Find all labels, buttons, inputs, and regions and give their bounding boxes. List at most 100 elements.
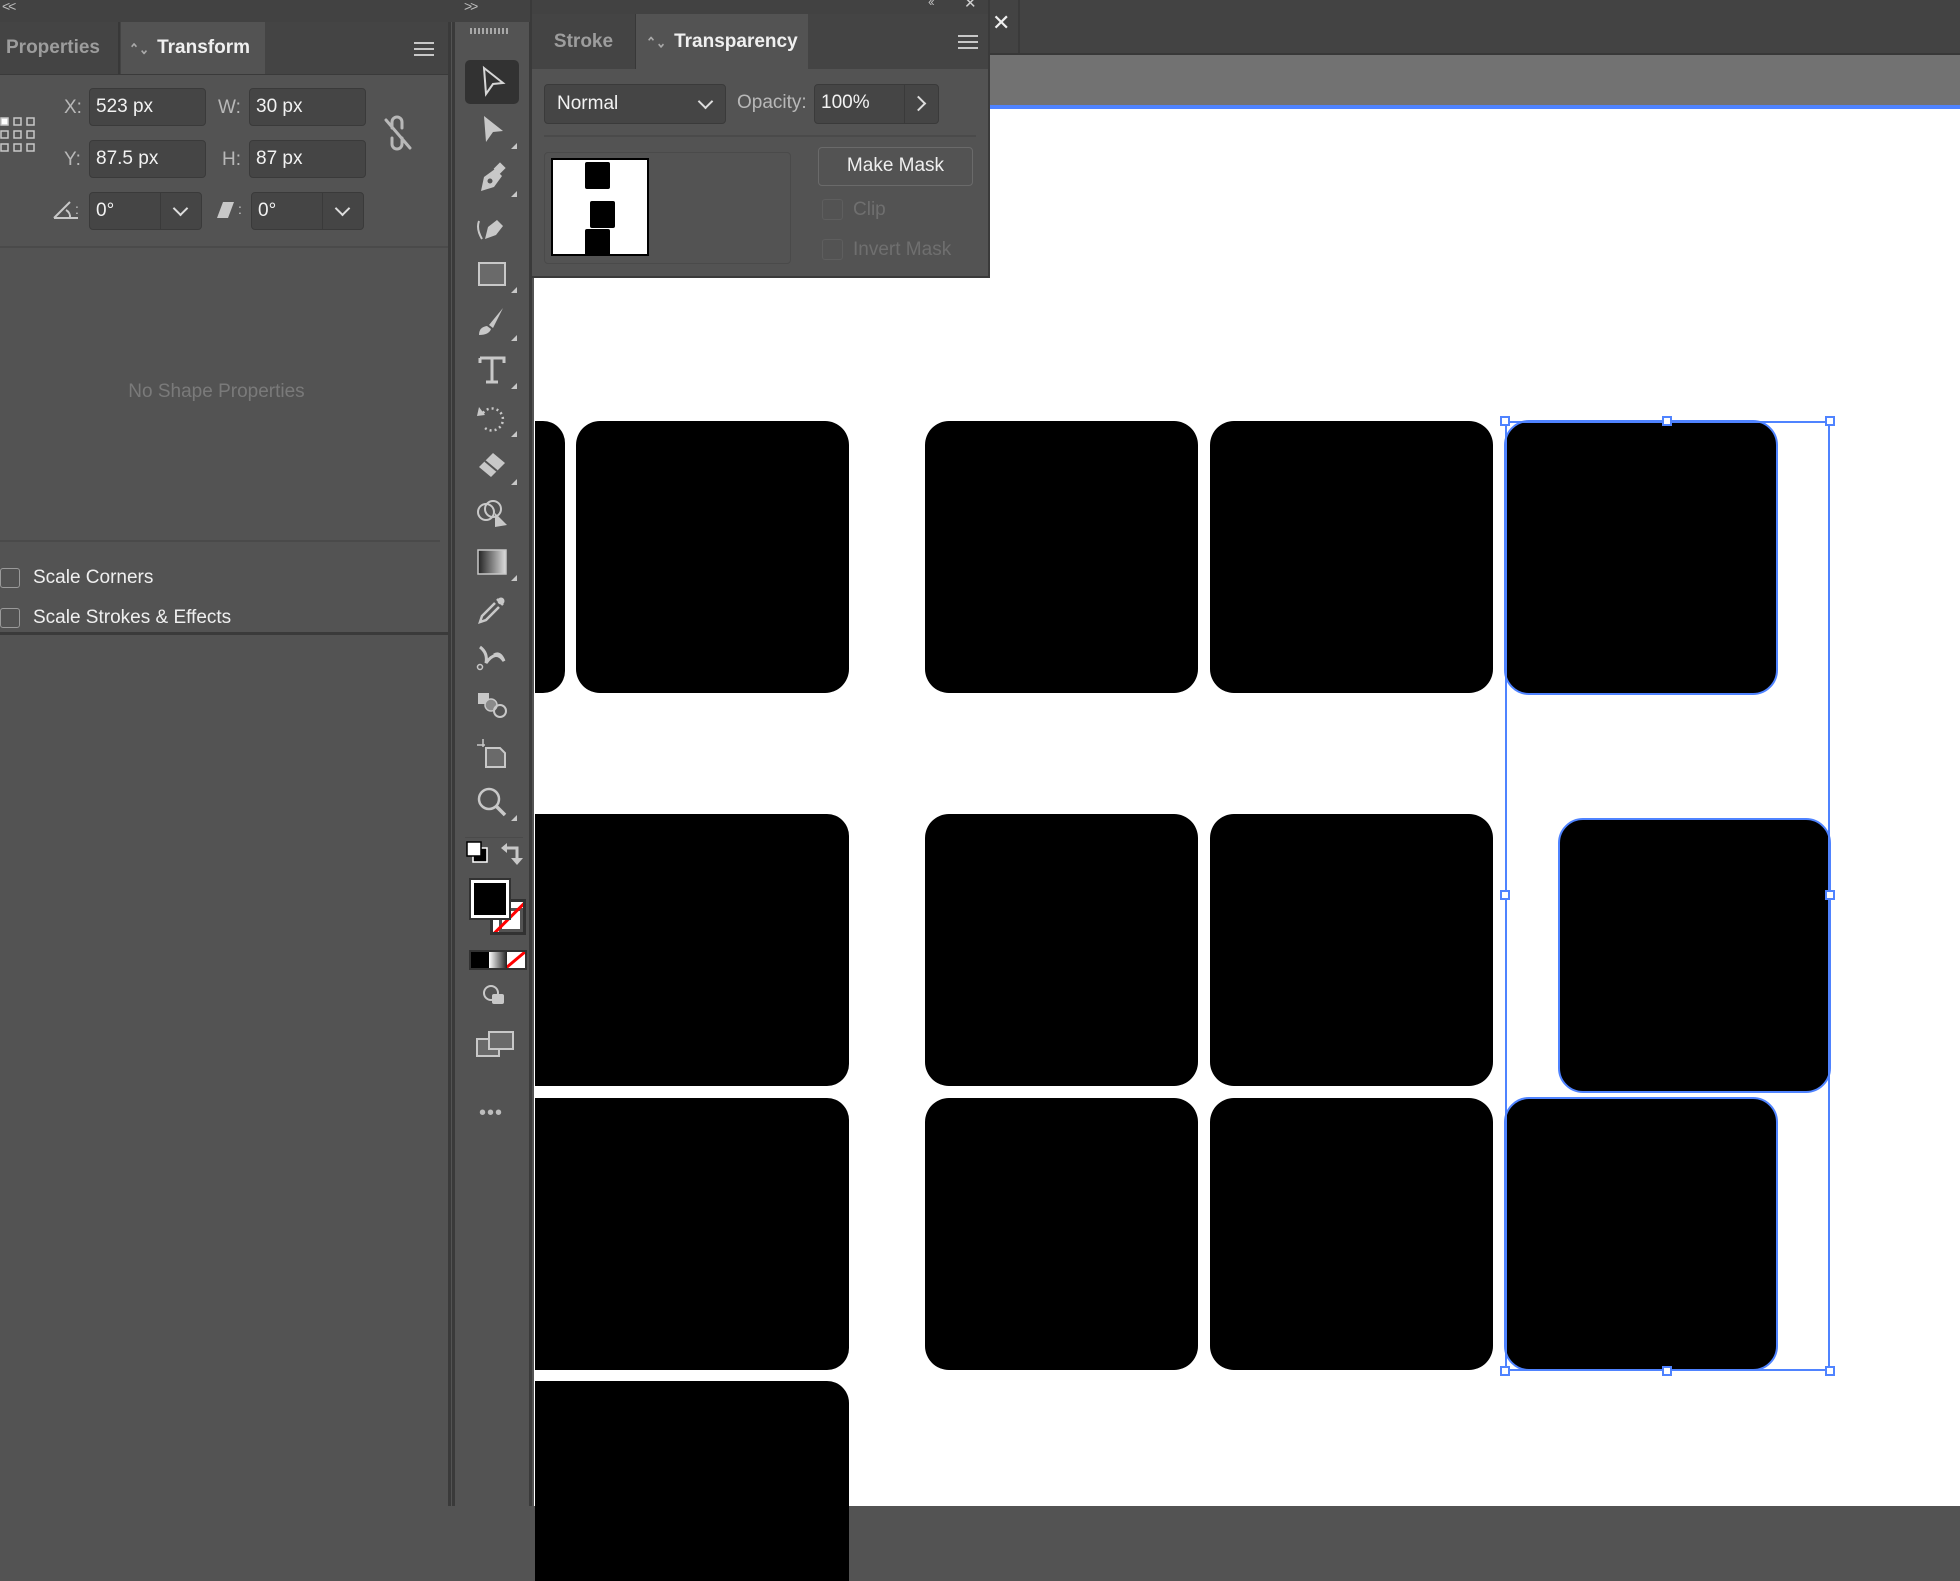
w-label: W: bbox=[218, 97, 241, 118]
collapse-panels-button[interactable]: << bbox=[2, 0, 16, 14]
color-button[interactable] bbox=[471, 952, 489, 968]
toolbar-divider bbox=[465, 837, 523, 838]
opacity-field[interactable]: 100% bbox=[814, 84, 939, 124]
direct-selection-tool[interactable] bbox=[465, 108, 519, 152]
mask-thumbnail-area bbox=[544, 152, 791, 264]
paintbrush-tool[interactable] bbox=[465, 300, 519, 344]
gradient-button[interactable] bbox=[489, 952, 507, 968]
selection-tool[interactable] bbox=[465, 60, 519, 104]
puppet-warp-icon bbox=[476, 645, 506, 671]
artboard-icon bbox=[477, 739, 506, 768]
zoom-tool[interactable] bbox=[465, 780, 519, 824]
pen-tool[interactable] bbox=[465, 156, 519, 200]
rotate-angle-icon: : bbox=[53, 201, 79, 219]
zoom-icon bbox=[477, 787, 507, 817]
panel-menu-icon[interactable] bbox=[958, 35, 978, 49]
gradient-tool[interactable] bbox=[465, 540, 519, 584]
reference-point-icon[interactable] bbox=[0, 114, 38, 158]
paintbrush-icon bbox=[479, 308, 503, 335]
opacity-slider-button[interactable] bbox=[904, 85, 938, 123]
panel-tabbar: Properties ⌃⌄ Transform bbox=[0, 22, 448, 75]
shear-dropdown-button[interactable] bbox=[322, 193, 363, 229]
curvature-tool[interactable] bbox=[465, 204, 519, 248]
x-label: X: bbox=[64, 97, 82, 118]
more-tools-button[interactable]: ••• bbox=[479, 1102, 503, 1125]
rotate-field[interactable]: 0° bbox=[89, 192, 202, 230]
canvas[interactable] bbox=[534, 109, 1960, 1506]
artwork-thumbnail[interactable] bbox=[551, 158, 649, 256]
blend-tool[interactable] bbox=[465, 684, 519, 728]
invert-mask-checkbox[interactable] bbox=[822, 239, 843, 260]
transparency-panel: ‹‹ ✕ Stroke ⌃⌄ Transparency Normal Opacit… bbox=[530, 0, 990, 278]
eraser-tool[interactable] bbox=[465, 444, 519, 488]
scale-strokes-label: Scale Strokes & Effects bbox=[33, 607, 232, 628]
clip-checkbox[interactable] bbox=[822, 199, 843, 220]
expand-toolbar-button[interactable]: >> bbox=[464, 0, 478, 14]
selection-arrow-icon bbox=[482, 65, 506, 97]
rotate-icon bbox=[477, 407, 505, 432]
rotate-tool[interactable] bbox=[465, 396, 519, 440]
make-mask-button[interactable]: Make Mask bbox=[818, 147, 973, 186]
type-icon bbox=[478, 356, 506, 384]
opacity-label: Opacity: bbox=[737, 92, 807, 113]
fill-stroke-swatches[interactable] bbox=[469, 878, 527, 938]
scale-strokes-checkbox[interactable] bbox=[0, 608, 20, 628]
chevron-down-icon bbox=[172, 200, 189, 217]
constrain-proportions-icon[interactable] bbox=[382, 114, 416, 154]
rectangle-tool[interactable] bbox=[465, 252, 519, 296]
collapse-panel-icon[interactable]: ‹‹ bbox=[928, 0, 935, 9]
puppet-warp-tool[interactable] bbox=[465, 636, 519, 680]
svg-text::: : bbox=[75, 201, 79, 217]
rectangle-icon bbox=[478, 262, 506, 286]
chevron-down-icon bbox=[697, 93, 714, 110]
screen-mode-icon[interactable] bbox=[475, 1030, 515, 1060]
shear-icon: : bbox=[217, 201, 242, 218]
w-field[interactable]: 30 px bbox=[249, 88, 366, 126]
h-field[interactable]: 87 px bbox=[249, 140, 366, 178]
tab-separator bbox=[1018, 0, 1020, 53]
y-field[interactable]: 87.5 px bbox=[89, 140, 206, 178]
tab-label: Transparency bbox=[674, 31, 798, 52]
close-document-icon[interactable]: ✕ bbox=[992, 10, 1010, 36]
tab-properties[interactable]: Properties bbox=[0, 22, 120, 74]
shear-value: 0° bbox=[258, 200, 277, 221]
default-fill-stroke-icon[interactable] bbox=[465, 840, 491, 866]
toolbar-grip[interactable] bbox=[470, 28, 510, 34]
empty-shape-message: No Shape Properties bbox=[128, 381, 305, 402]
type-tool[interactable] bbox=[465, 348, 519, 392]
blend-icon bbox=[478, 693, 507, 718]
updown-icon: ⌃⌄ bbox=[646, 34, 667, 52]
swap-fill-stroke-icon[interactable] bbox=[501, 840, 525, 866]
divider bbox=[544, 135, 976, 137]
y-label: Y: bbox=[64, 149, 81, 170]
updown-icon: ⌃⌄ bbox=[129, 40, 150, 58]
tab-transparency[interactable]: ⌃⌄ Transparency bbox=[636, 14, 808, 69]
scale-corners-checkbox[interactable] bbox=[0, 568, 20, 588]
x-field[interactable]: 523 px bbox=[89, 88, 206, 126]
shear-field[interactable]: 0° bbox=[251, 192, 364, 230]
panel-menu-icon[interactable] bbox=[414, 42, 434, 56]
scale-corners-label: Scale Corners bbox=[33, 567, 154, 588]
clip-label: Clip bbox=[853, 199, 886, 220]
blend-mode-select[interactable]: Normal bbox=[544, 84, 726, 124]
chevron-down-icon bbox=[334, 200, 351, 217]
panel-header[interactable]: ‹‹ ✕ bbox=[532, 0, 988, 14]
close-panel-icon[interactable]: ✕ bbox=[964, 0, 977, 12]
document-tab-bar bbox=[990, 0, 1960, 55]
fill-swatch[interactable] bbox=[469, 878, 511, 920]
tab-label: Properties bbox=[6, 37, 100, 58]
none-button[interactable] bbox=[507, 952, 525, 968]
chevron-right-icon bbox=[910, 95, 927, 112]
gradient-icon bbox=[477, 549, 507, 575]
divider bbox=[0, 246, 448, 248]
shape-builder-tool[interactable] bbox=[465, 492, 519, 536]
tab-transform[interactable]: ⌃⌄ Transform bbox=[121, 22, 265, 74]
artboard-tool[interactable] bbox=[465, 732, 519, 776]
draw-mode-icon[interactable] bbox=[482, 984, 508, 1008]
rotate-dropdown-button[interactable] bbox=[160, 193, 201, 229]
eyedropper-tool[interactable] bbox=[465, 588, 519, 632]
tab-stroke[interactable]: Stroke bbox=[532, 14, 637, 69]
invert-mask-label: Invert Mask bbox=[853, 239, 952, 260]
curvature-pen-icon bbox=[477, 220, 503, 240]
divider bbox=[0, 540, 440, 542]
